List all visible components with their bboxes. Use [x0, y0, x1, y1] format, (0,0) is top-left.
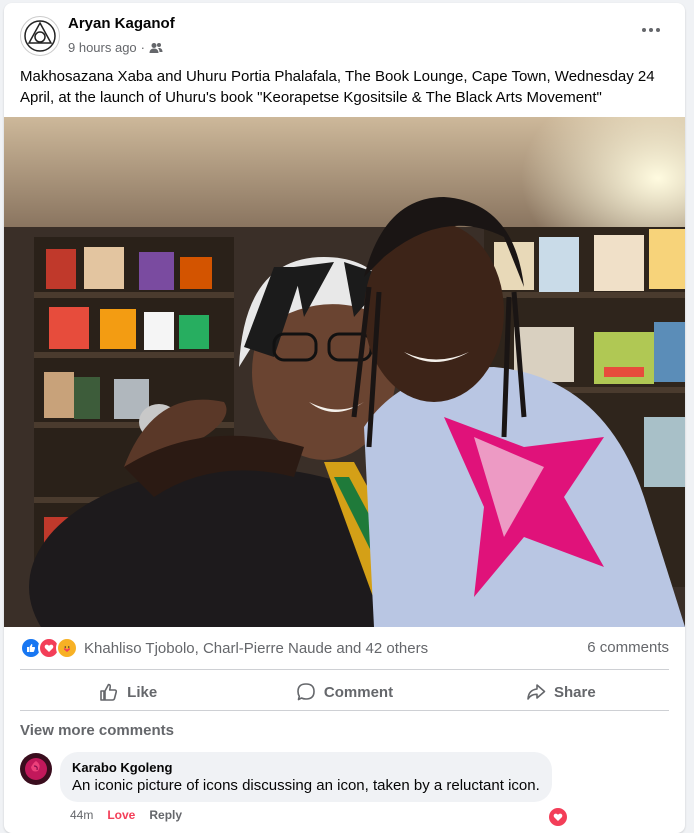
friends-icon: [149, 42, 163, 53]
comment-bubble: Karabo Kgoleng An iconic picture of icon…: [60, 752, 552, 802]
reactions-summary[interactable]: Khahliso Tjobolo, Charl-Pierre Naude and…: [20, 637, 428, 659]
comment-text: An iconic picture of icons discussing an…: [72, 777, 540, 794]
like-label: Like: [127, 683, 158, 701]
reaction-names[interactable]: Khahliso Tjobolo, Charl-Pierre Naude and…: [84, 640, 428, 657]
comments-count[interactable]: 6 comments: [587, 639, 669, 656]
post-photo[interactable]: [4, 117, 685, 627]
author-logo-icon: [24, 20, 56, 52]
care-icon: [56, 637, 78, 659]
view-more-comments[interactable]: View more comments: [20, 722, 174, 739]
post-header: Aryan Kaganof 9 hours ago ·: [4, 3, 685, 63]
action-bar: Like Comment Share: [20, 673, 669, 711]
share-label: Share: [553, 683, 596, 701]
post-caption: Makhosazana Xaba and Uhuru Portia Phalaf…: [20, 68, 655, 106]
post-photo-image: [4, 117, 685, 627]
post-time[interactable]: 9 hours ago: [68, 40, 137, 55]
author-avatar[interactable]: [20, 16, 60, 56]
comment-bubble-icon: [297, 683, 315, 701]
share-arrow-icon: [527, 684, 546, 700]
comment-reply-button[interactable]: Reply: [149, 808, 182, 822]
post-author[interactable]: Aryan Kaganof: [68, 15, 175, 32]
comment-love-button[interactable]: Love: [107, 808, 135, 822]
comment-label: Comment: [323, 683, 394, 701]
share-button[interactable]: Share: [453, 673, 669, 711]
comment-meta: 44m Love Reply: [70, 808, 182, 822]
meta-separator: ·: [140, 40, 146, 55]
thumbs-up-icon: [100, 683, 118, 701]
commenter-avatar[interactable]: [20, 753, 52, 785]
comment-time[interactable]: 44m: [70, 808, 93, 822]
post-meta: 9 hours ago ·: [68, 40, 163, 55]
more-options-icon[interactable]: [641, 25, 661, 35]
commenter-name[interactable]: Karabo Kgoleng: [72, 760, 540, 775]
comment-button[interactable]: Comment: [236, 673, 452, 711]
rose-avatar-icon: [20, 753, 52, 785]
divider: [20, 669, 669, 670]
like-button[interactable]: Like: [20, 673, 236, 711]
divider: [20, 710, 669, 711]
post-card: Aryan Kaganof 9 hours ago · Makhosazana …: [4, 3, 685, 833]
